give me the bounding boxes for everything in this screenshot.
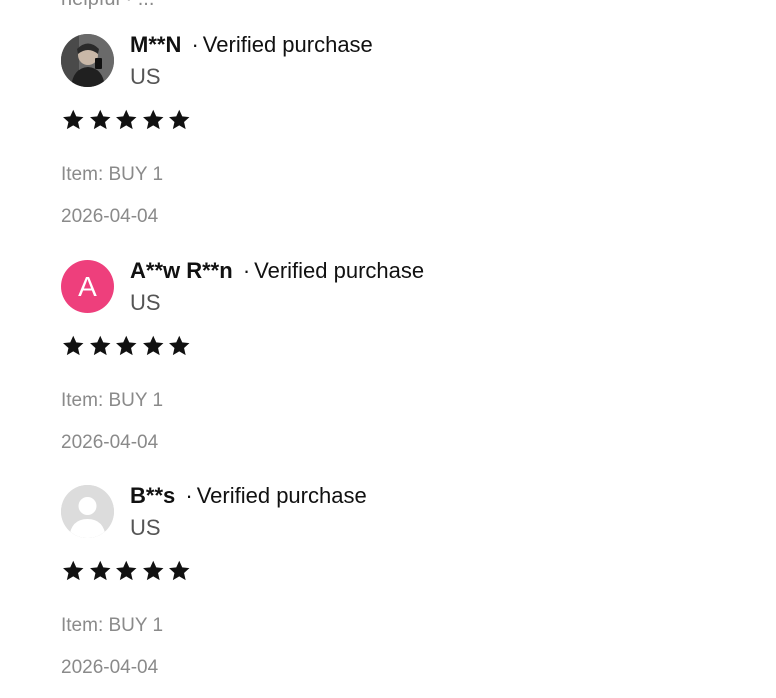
reviewer-name: B**s [130, 483, 176, 508]
review-date: 2026-04-04 [61, 657, 159, 678]
review-header: B**s · Verified purchase US [61, 484, 741, 544]
star-icon [89, 109, 110, 130]
purchased-item: Item: BUY 1 [61, 390, 164, 411]
star-icon [169, 560, 190, 581]
reviewer-line: A**w R**n · Verified purchase [130, 259, 424, 283]
review-date: 2026-04-04 [61, 206, 159, 227]
avatar: A [61, 260, 114, 313]
star-icon [169, 109, 190, 130]
avatar-photo [61, 34, 114, 87]
avatar [61, 485, 114, 538]
purchased-item: Item: BUY 1 [61, 164, 164, 185]
reviewer-name: M**N [130, 32, 182, 57]
star-icon [116, 560, 137, 581]
star-icon [142, 560, 163, 581]
star-rating [61, 108, 192, 132]
reviewer-country: US [130, 290, 161, 315]
star-icon [63, 560, 84, 581]
avatar [61, 34, 114, 87]
star-icon [142, 335, 163, 356]
previous-review-partial-text: helpful · ... [61, 0, 154, 11]
avatar-letter: A [78, 270, 97, 302]
verified-label: Verified purchase [254, 258, 425, 283]
verified-label: Verified purchase [202, 32, 373, 57]
star-icon [89, 560, 110, 581]
star-icon [169, 335, 190, 356]
default-user-icon [61, 485, 114, 538]
review-card: A A**w R**n · Verified purchase US Item: … [61, 259, 741, 453]
reviewer-line: B**s · Verified purchase [130, 484, 367, 508]
reviewer-country: US [130, 64, 161, 89]
purchased-item: Item: BUY 1 [61, 615, 164, 636]
star-icon [116, 335, 137, 356]
separator: · [242, 258, 251, 283]
star-rating [61, 559, 192, 583]
review-card: B**s · Verified purchase US Item: BUY 1 2… [61, 484, 741, 678]
review-header: M**N · Verified purchase US [61, 33, 741, 93]
verified-label: Verified purchase [196, 483, 367, 508]
star-icon [142, 109, 163, 130]
reviewer-country: US [130, 515, 161, 540]
star-icon [63, 109, 84, 130]
review-card: M**N · Verified purchase US Item: BUY 1 2… [61, 33, 741, 227]
separator: · [191, 32, 199, 57]
star-icon [116, 109, 137, 130]
separator: · [185, 483, 193, 508]
review-header: A A**w R**n · Verified purchase US [61, 259, 741, 319]
review-date: 2026-04-04 [61, 432, 159, 453]
star-icon [63, 335, 84, 356]
star-rating [61, 334, 192, 358]
reviewer-line: M**N · Verified purchase [130, 33, 373, 57]
star-icon [89, 335, 110, 356]
reviewer-name: A**w R**n [130, 258, 233, 283]
